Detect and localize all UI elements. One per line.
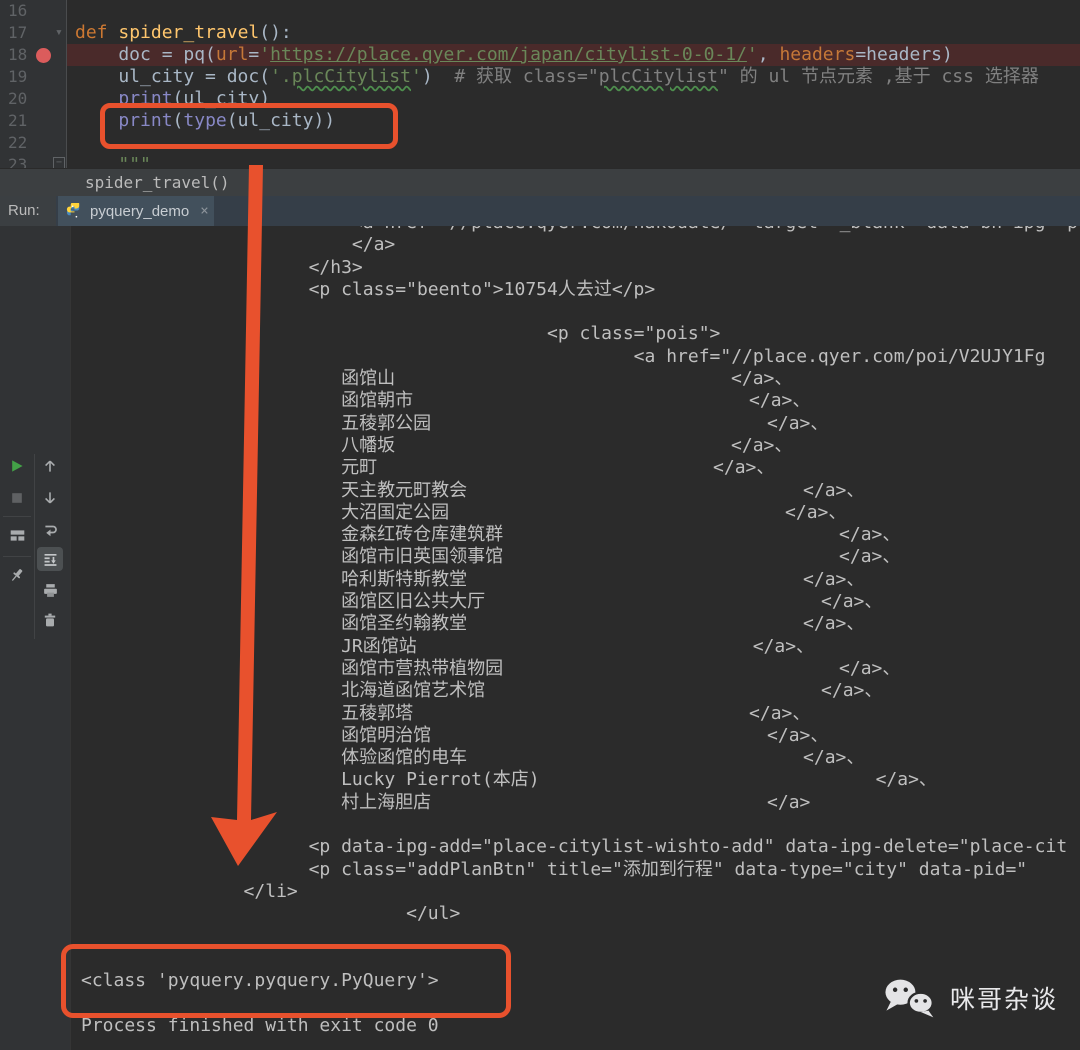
console-line: 体验函馆的电车 </a>、 <box>81 747 865 769</box>
line-number[interactable]: 16 <box>0 0 66 22</box>
fold-box-icon[interactable]: − <box>53 157 65 168</box>
code-line: def spider_travel(): <box>75 22 292 43</box>
code-line: doc = pq(url='https://place.qyer.com/jap… <box>75 44 953 65</box>
console-line: 函馆区旧公共大厅 </a>、 <box>81 591 883 613</box>
rerun-button[interactable] <box>6 455 28 477</box>
code-editor[interactable]: 16 17 18 19 20 21 22 23 ▾ − def spider_travel()… <box>0 0 1080 168</box>
console-line: 天主教元町教会 </a>、 <box>81 479 865 501</box>
code-line: """ <box>118 154 151 168</box>
breadcrumb: spider_travel() <box>0 168 1080 197</box>
console-line: 函馆明治馆 </a>、 <box>81 724 829 746</box>
console-line: 函馆朝市 </a>、 <box>81 390 811 412</box>
line-number[interactable]: 19 <box>0 66 66 88</box>
tab-pyquery-demo[interactable]: pyquery_demo × <box>58 196 214 226</box>
python-icon <box>66 202 80 218</box>
console-output: <a href="//place.qyer.com/hakodate/" tar… <box>81 226 1080 1037</box>
console-line: 金森红砖仓库建筑群 </a>、 <box>81 524 901 546</box>
console-line: 函馆市旧英国领事馆 </a>、 <box>81 546 901 568</box>
code-line: print(ul_city) <box>118 88 271 109</box>
breadcrumb-label: spider_travel() <box>85 173 230 192</box>
console-line: 五稜郭塔 </a>、 <box>81 702 811 724</box>
toolbar-separator <box>3 556 31 557</box>
line-number[interactable]: 18 <box>0 44 66 66</box>
console-line: <p data-ipg-add="place-citylist-wishto-a… <box>81 836 1068 858</box>
watermark: 咪哥杂谈 <box>884 978 1058 1018</box>
line-number[interactable]: 22 <box>0 132 66 154</box>
breakpoint-icon[interactable] <box>36 48 51 63</box>
toolbar-divider <box>34 454 35 639</box>
toolbar-separator <box>3 516 31 517</box>
console-line: <p class="addPlanBtn" title="添加到行程" data… <box>81 858 1028 880</box>
line-number[interactable]: 21 <box>0 110 66 132</box>
clear-all-button[interactable] <box>39 609 61 631</box>
wechat-icon <box>885 979 935 1018</box>
console-line: </ul> <box>81 903 461 925</box>
code-line: print(type(ul_city)) <box>118 110 336 131</box>
console-line: 元町 </a>、 <box>81 457 775 479</box>
console-line: <a href="//place.qyer.com/poi/V2UJY1Fg <box>81 345 1046 367</box>
console-line: <p class="pois"> <box>81 323 721 345</box>
run-panel-title: Run: <box>0 196 56 226</box>
pin-button[interactable] <box>6 564 28 586</box>
console-line: 村上海胆店 </a> <box>81 791 811 813</box>
code-line: ul_city = doc('.plcCitylist') # 获取 class… <box>75 66 1039 87</box>
run-toolbar <box>0 226 70 1050</box>
run-console[interactable]: <a href="//place.qyer.com/hakodate/" tar… <box>70 226 1080 1050</box>
console-line: <p class="beento">10754人去过</p> <box>81 278 656 300</box>
print-button[interactable] <box>39 579 61 601</box>
console-line: Lucky Pierrot(本店) </a>、 <box>81 769 937 791</box>
console-line: JR函馆站 </a>、 <box>81 635 815 657</box>
tab-close-icon[interactable]: × <box>200 203 208 219</box>
console-line: </li> <box>81 880 298 902</box>
soft-wrap-button[interactable] <box>39 518 61 540</box>
console-line: 八幡坂 </a>、 <box>81 434 793 456</box>
console-line: 哈利斯特斯教堂 </a>、 <box>81 568 865 590</box>
console-line: <a href="//place.qyer.com/hakodate/" tar… <box>81 226 1080 234</box>
watermark-text: 咪哥杂谈 <box>950 986 1059 1014</box>
console-line: 函馆市营热带植物园 </a>、 <box>81 657 901 679</box>
console-line: Process finished with exit code 0 <box>81 1014 439 1036</box>
console-line: </a> <box>81 234 396 256</box>
console-line: 函馆山 </a>、 <box>81 368 793 390</box>
console-line: 函馆圣约翰教堂 </a>、 <box>81 613 865 635</box>
tab-label: pyquery_demo <box>90 202 190 220</box>
console-line: 北海道函馆艺术馆 </a>、 <box>81 680 883 702</box>
up-arrow-button[interactable] <box>39 455 61 477</box>
console-line: 大沼国定公园 </a>、 <box>81 501 847 523</box>
down-arrow-button[interactable] <box>39 487 61 509</box>
scroll-to-end-button[interactable] <box>37 547 63 571</box>
line-number[interactable]: 20 <box>0 88 66 110</box>
run-tab-bar: Run: pyquery_demo × <box>0 196 1080 226</box>
code-lines: def spider_travel(): doc = pq(url='https… <box>75 0 1039 168</box>
console-line: 五稜郭公园 </a>、 <box>81 412 829 434</box>
console-line: </h3> <box>81 256 363 278</box>
fold-marker-icon[interactable]: ▾ <box>55 22 63 44</box>
restore-layout-button[interactable] <box>6 524 28 546</box>
pycharm-window: 16 17 18 19 20 21 22 23 ▾ − def spider_travel()… <box>0 0 1080 1050</box>
stop-button[interactable] <box>6 487 28 509</box>
